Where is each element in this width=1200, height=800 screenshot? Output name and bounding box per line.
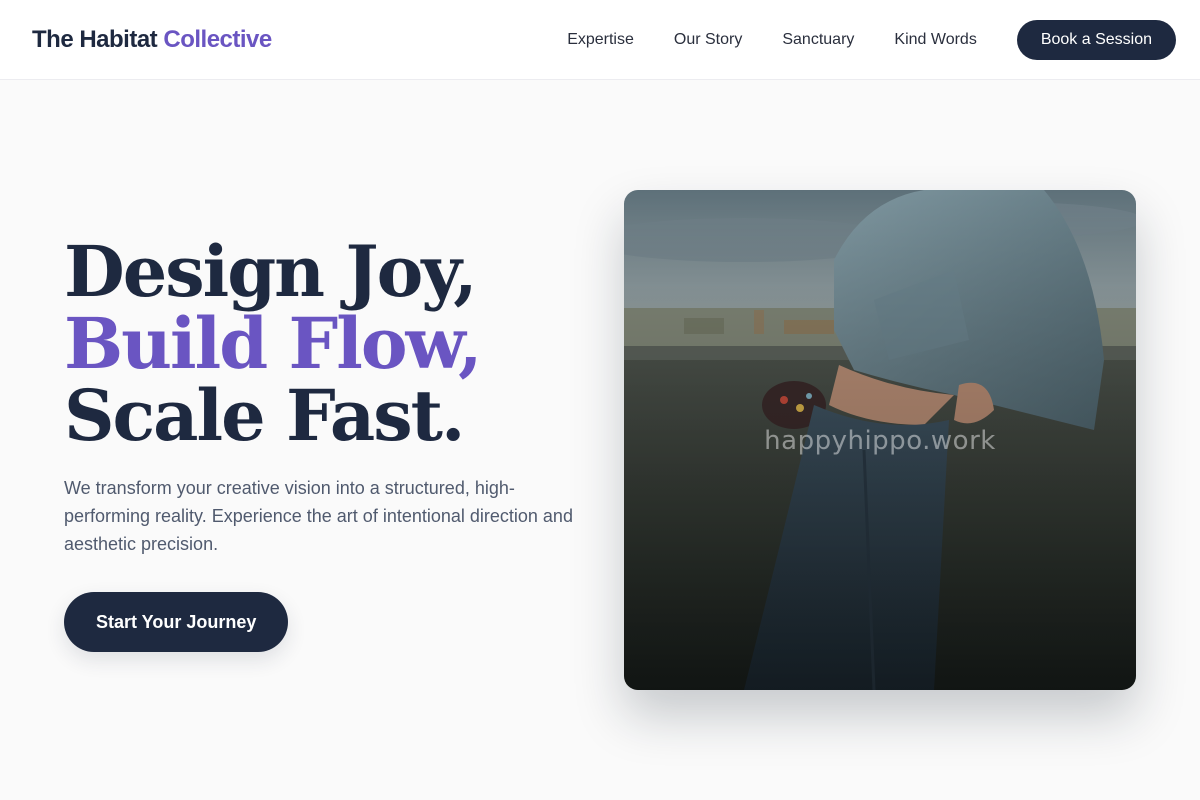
hero-subtitle: We transform your creative vision into a…: [64, 478, 573, 554]
top-navbar: The Habitat Collective Expertise Our Sto…: [0, 0, 1200, 80]
nav-links: Expertise Our Story Sanctuary Kind Words: [567, 31, 977, 49]
brand-accent: Collective: [163, 25, 272, 53]
book-session-button[interactable]: Book a Session: [1016, 19, 1176, 60]
nav-right: Expertise Our Story Sanctuary Kind Words…: [567, 19, 1176, 60]
brand-logo[interactable]: The Habitat Collective: [32, 26, 272, 54]
hero-text: Design Joy, Build Flow, Scale Fast. We t…: [64, 236, 604, 652]
nav-link-kind-words[interactable]: Kind Words: [894, 31, 976, 49]
headline-line-3: Scale Fast.: [64, 374, 465, 457]
hero-image: happyhippo.work: [624, 190, 1136, 690]
brand-name: The Habitat: [32, 25, 158, 53]
nav-link-expertise[interactable]: Expertise: [567, 31, 634, 49]
hero-headline: Design Joy, Build Flow, Scale Fast.: [64, 236, 604, 452]
headline-line-2: Build Flow,: [64, 302, 482, 385]
nav-link-our-story[interactable]: Our Story: [674, 31, 742, 49]
nav-link-sanctuary[interactable]: Sanctuary: [782, 31, 854, 49]
headline-line-1: Design Joy,: [64, 230, 478, 313]
start-journey-button[interactable]: Start Your Journey: [64, 592, 289, 652]
image-watermark: happyhippo.work: [764, 426, 996, 456]
